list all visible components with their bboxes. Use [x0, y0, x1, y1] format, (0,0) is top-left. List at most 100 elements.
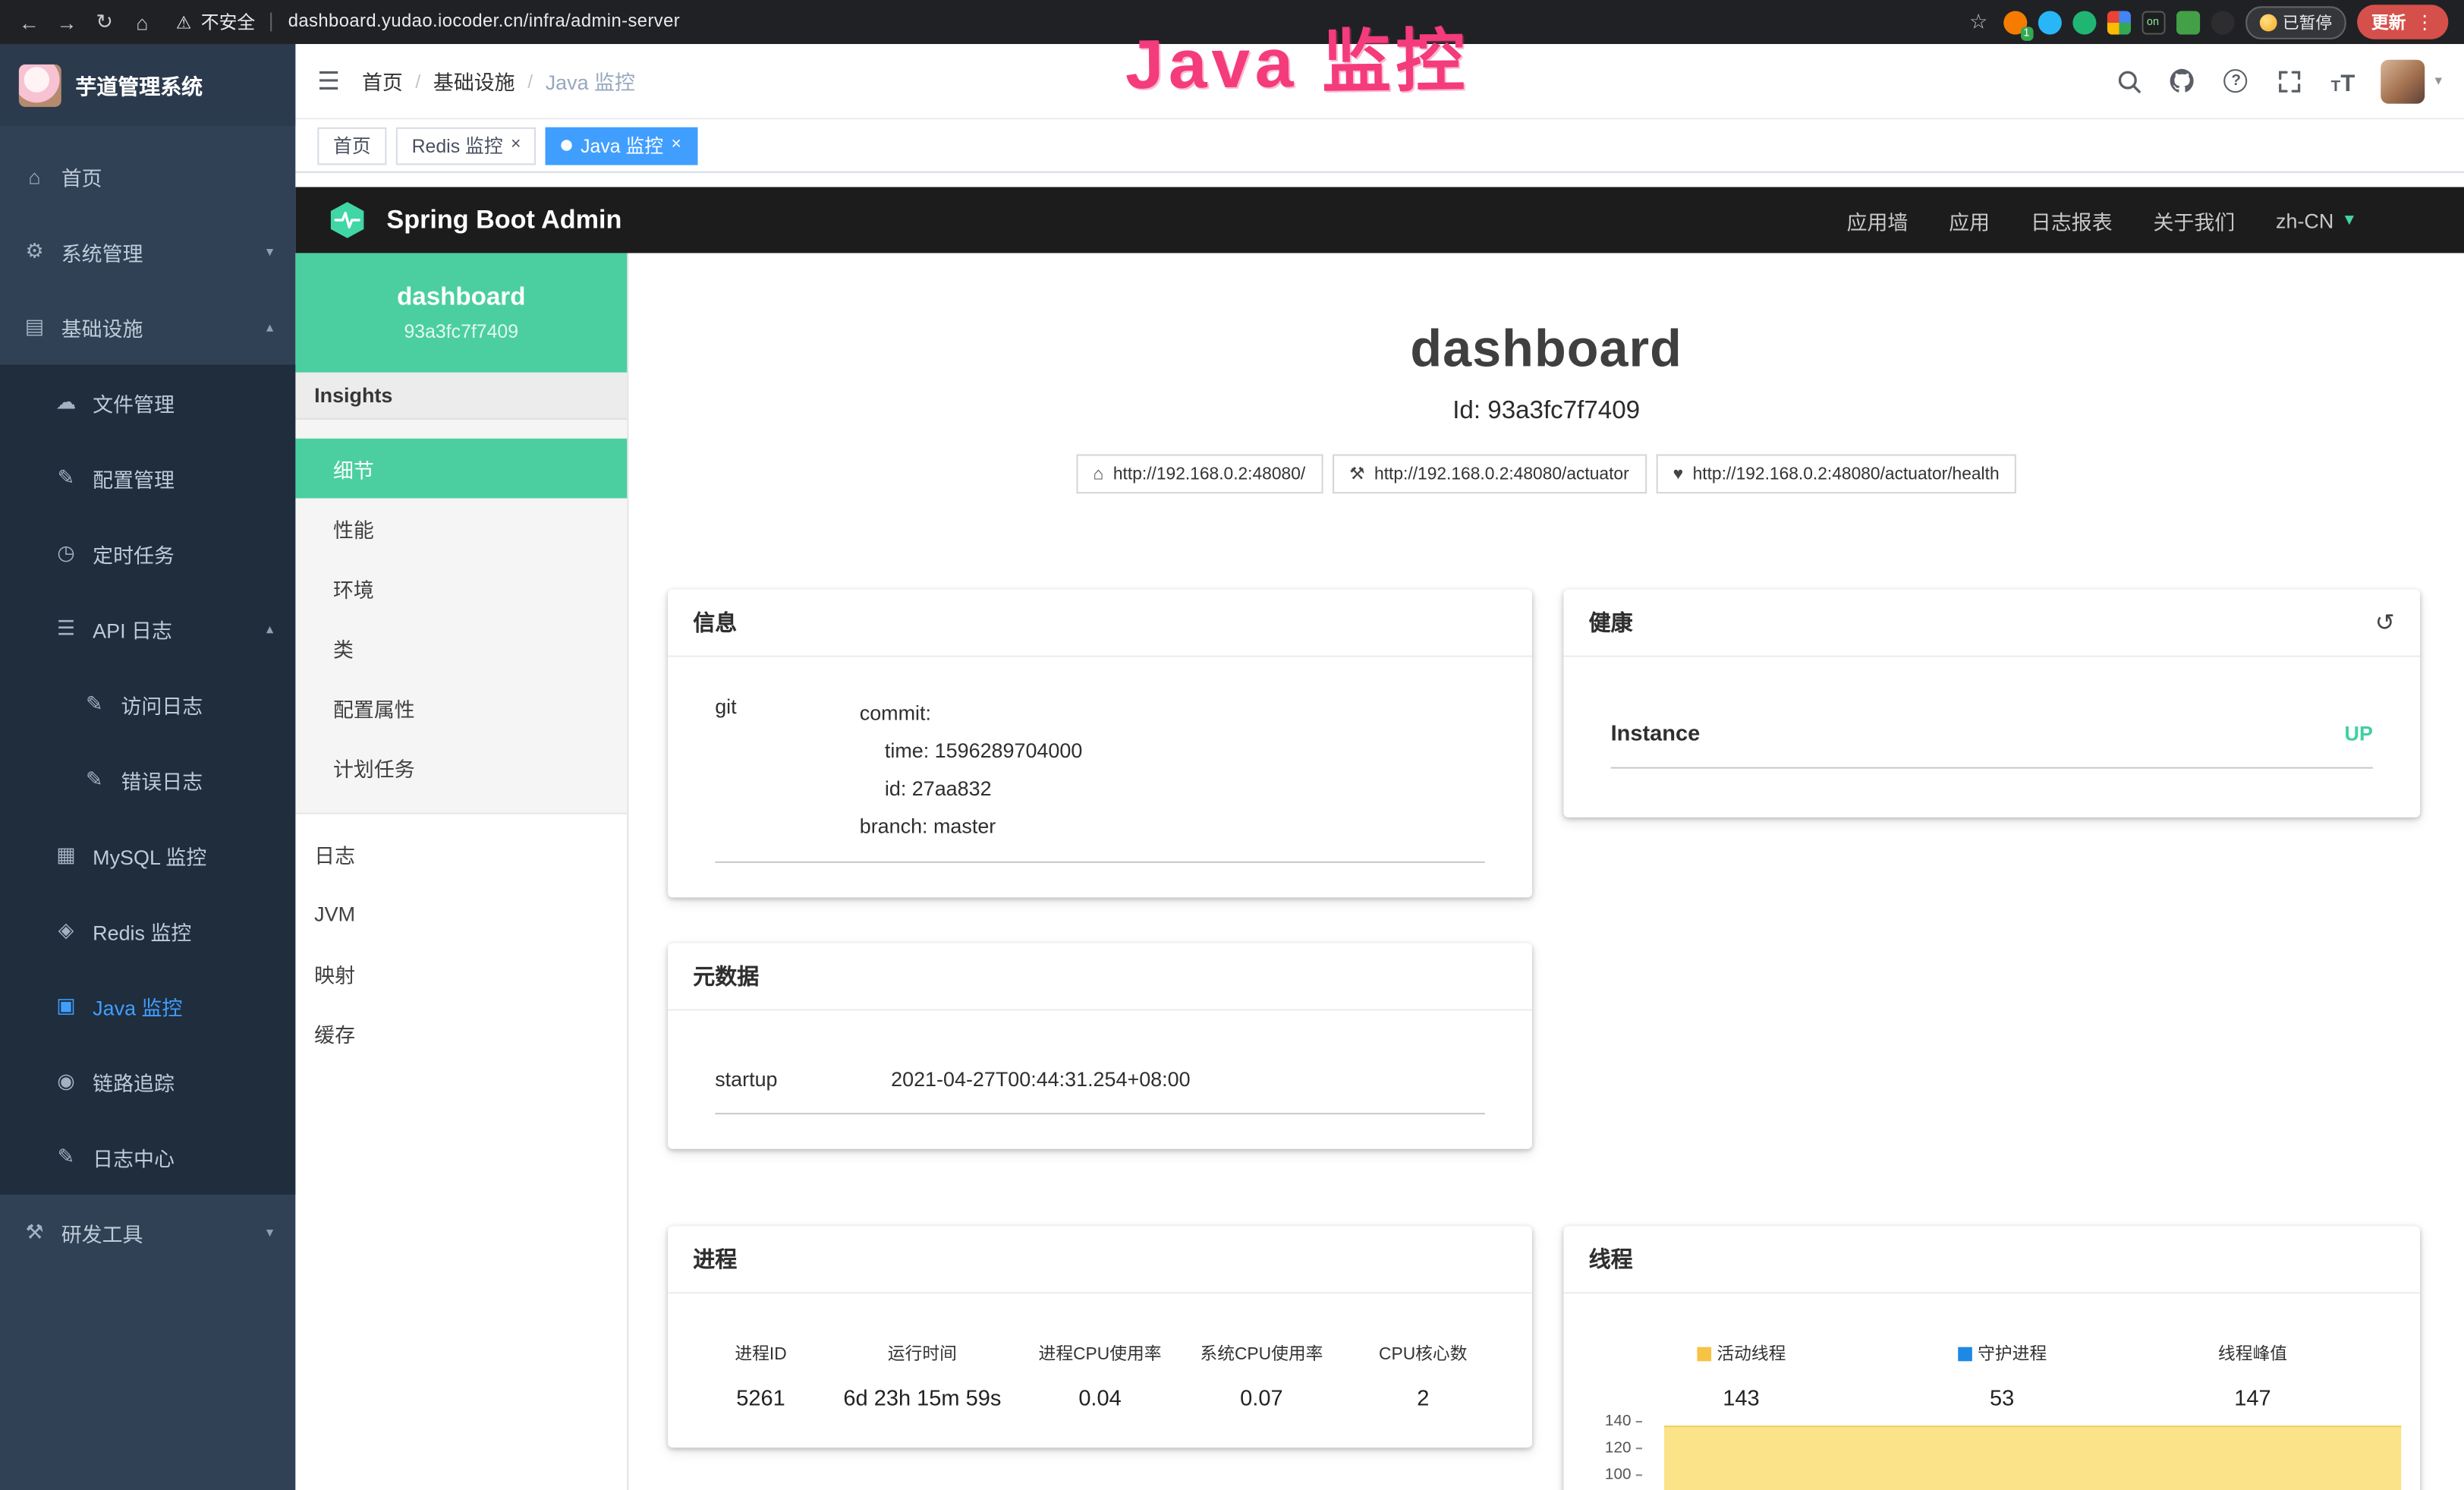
root-group: 日志 JVM 映射 缓存 [295, 814, 627, 1063]
app-logo-avatar [19, 64, 61, 106]
bookmark-star-icon[interactable]: ☆ [1965, 9, 1992, 34]
chevron-up-icon: ▴ [266, 620, 273, 638]
sba-item-environment[interactable]: 环境 [295, 558, 627, 618]
sidebar-item-java-monitor[interactable]: ▣ Java 监控 [0, 969, 295, 1044]
github-icon[interactable] [2168, 66, 2198, 96]
threads-card: 线程 活动线程 143 守护进程 53 [1563, 1226, 2420, 1490]
extension-icon-2[interactable] [2038, 10, 2061, 33]
sba-nav-wallboard[interactable]: 应用墙 [1847, 205, 1909, 235]
sba-item-jvm[interactable]: JVM [295, 884, 627, 943]
infrastructure-submenu: ☁ 文件管理 ✎ 配置管理 ◷ 定时任务 ☰ API 日志 ▴ ✎ [0, 364, 295, 1194]
tab-home[interactable]: 首页 [317, 127, 386, 165]
language-select[interactable]: zh-CN ▼ [2276, 208, 2357, 232]
chevron-down-icon: ▼ [2342, 212, 2358, 229]
extension-icon-1[interactable]: 1 [2003, 10, 2026, 33]
sba-item-logs[interactable]: 日志 [295, 824, 627, 884]
forward-icon[interactable]: → [53, 10, 80, 33]
profile-paused-badge[interactable]: 已暂停 [2245, 5, 2346, 38]
breadcrumb-home[interactable]: 首页 [362, 66, 403, 96]
app-logo[interactable]: 芋道管理系统 [0, 44, 295, 126]
health-instance-label: Instance [1611, 720, 1701, 745]
extension-icon-4[interactable] [2107, 10, 2130, 33]
active-dot-icon [562, 140, 572, 150]
user-menu[interactable]: ▾ [2381, 59, 2442, 103]
service-url-button[interactable]: ⌂ http://192.168.0.2:48080/ [1076, 454, 1323, 493]
close-icon[interactable]: × [511, 137, 521, 154]
threads-legend: 活动线程 143 守护进程 53 线程峰值 147 [1563, 1293, 2420, 1410]
sidebar-item-access-logs[interactable]: ✎ 访问日志 [0, 666, 295, 742]
sidebar-item-dev-tools[interactable]: ⚒ 研发工具 ▾ [0, 1195, 295, 1270]
browser-home-icon[interactable]: ⌂ [129, 10, 156, 33]
sba-brand-title: Spring Boot Admin [386, 205, 622, 235]
sidebar-item-config-management[interactable]: ✎ 配置管理 [0, 440, 295, 515]
tag-tabs: 首页 Redis 监控 × Java 监控 × [295, 119, 2464, 172]
extension-icon-3[interactable] [2072, 10, 2095, 33]
search-icon[interactable] [2114, 66, 2144, 96]
close-icon[interactable]: × [672, 137, 681, 154]
browser-menu-icon[interactable]: ⋮ [2415, 11, 2434, 33]
chevron-down-icon: ▾ [266, 243, 273, 260]
startup-key: startup [715, 1067, 891, 1091]
list-icon: ☰ [53, 616, 78, 641]
sidebar-item-file-management[interactable]: ☁ 文件管理 [0, 364, 295, 439]
fullscreen-icon[interactable] [2274, 66, 2304, 96]
chevron-up-icon: ▴ [266, 318, 273, 335]
instance-header[interactable]: dashboard 93a3fc7f7409 [295, 253, 627, 372]
process-card-title: 进程 [668, 1226, 1532, 1293]
caret-down-icon: ▾ [2435, 72, 2442, 90]
back-icon[interactable]: ← [16, 10, 42, 33]
security-label[interactable]: 不安全 [201, 9, 255, 34]
sidebar-item-label: 基础设施 [61, 312, 143, 342]
metadata-card: 元数据 startup 2021-04-27T00:44:31.254+08:0… [668, 943, 1532, 1148]
sba-item-caches[interactable]: 缓存 [295, 1003, 627, 1063]
monitor-icon: ▣ [53, 994, 78, 1019]
actuator-url-button[interactable]: ⚒ http://192.168.0.2:48080/actuator [1332, 454, 1646, 493]
sidebar-item-system-management[interactable]: ⚙ 系统管理 ▾ [0, 214, 295, 289]
sba-item-config-props[interactable]: 配置属性 [295, 678, 627, 738]
sba-item-classes[interactable]: 类 [295, 618, 627, 678]
sidebar-item-home[interactable]: ⌂ 首页 [0, 138, 295, 213]
collapse-menu-icon[interactable]: ☰ [317, 65, 340, 96]
extension-icon-5[interactable]: on [2141, 10, 2164, 33]
info-card-title: 信息 [668, 590, 1532, 657]
sidebar-item-redis-monitor[interactable]: ◈ Redis 监控 [0, 893, 295, 968]
sba-item-metrics[interactable]: 性能 [295, 498, 627, 558]
reload-icon[interactable]: ↻ [91, 9, 118, 34]
avatar[interactable] [2381, 59, 2425, 103]
infrastructure-icon: ▤ [22, 314, 47, 339]
sba-nav-applications[interactable]: 应用 [1949, 205, 1990, 235]
sidebar-item-label: 文件管理 [93, 387, 175, 417]
font-size-icon[interactable]: TT [2328, 66, 2358, 96]
sidebar-item-api-logs[interactable]: ☰ API 日志 ▴ [0, 591, 295, 666]
address-bar[interactable]: ⚠ 不安全 dashboard.yudao.iocoder.cn/infra/a… [176, 9, 680, 34]
history-icon[interactable]: ↺ [2375, 608, 2395, 636]
sidebar-item-trace[interactable]: ◉ 链路追踪 [0, 1044, 295, 1119]
legend-label: 活动线程 [1717, 1340, 1786, 1366]
url-text[interactable]: dashboard.yudao.iocoder.cn/infra/admin-s… [288, 13, 680, 32]
doc-edit-icon: ✎ [82, 691, 107, 717]
tab-label: 首页 [333, 132, 371, 159]
sba-nav-about[interactable]: 关于我们 [2153, 205, 2235, 235]
sidebar-item-infrastructure[interactable]: ▤ 基础设施 ▴ [0, 289, 295, 364]
chrome-update-button[interactable]: 更新 ⋮ [2357, 5, 2448, 39]
sba-nav-journal[interactable]: 日志报表 [2031, 205, 2113, 235]
health-card-title: 健康 [1589, 606, 1633, 638]
health-url-button[interactable]: ♥ http://192.168.0.2:48080/actuator/heal… [1656, 454, 2017, 493]
sidebar-item-mysql-monitor[interactable]: ▦ MySQL 监控 [0, 817, 295, 893]
sidebar-item-error-logs[interactable]: ✎ 错误日志 [0, 742, 295, 817]
tab-redis-monitor[interactable]: Redis 监控 × [396, 127, 537, 165]
y-axis-tick: 140 [1589, 1415, 1642, 1431]
extension-icon-6[interactable] [2176, 10, 2199, 33]
cloud-icon: ☁ [53, 390, 78, 415]
sidebar-item-label: Java 监控 [93, 991, 182, 1021]
sidebar-item-log-center[interactable]: ✎ 日志中心 [0, 1119, 295, 1194]
help-icon[interactable]: ? [2221, 66, 2251, 96]
toolbox-icon: ⚒ [22, 1220, 47, 1245]
tab-java-monitor[interactable]: Java 监控 × [546, 127, 697, 165]
extension-icon-7[interactable] [2211, 10, 2234, 33]
sba-item-details[interactable]: 细节 [295, 439, 627, 499]
breadcrumb-infrastructure[interactable]: 基础设施 [433, 66, 515, 96]
sba-item-scheduled-tasks[interactable]: 计划任务 [295, 737, 627, 797]
sba-item-mappings[interactable]: 映射 [295, 943, 627, 1003]
sidebar-item-scheduled-tasks[interactable]: ◷ 定时任务 [0, 515, 295, 591]
